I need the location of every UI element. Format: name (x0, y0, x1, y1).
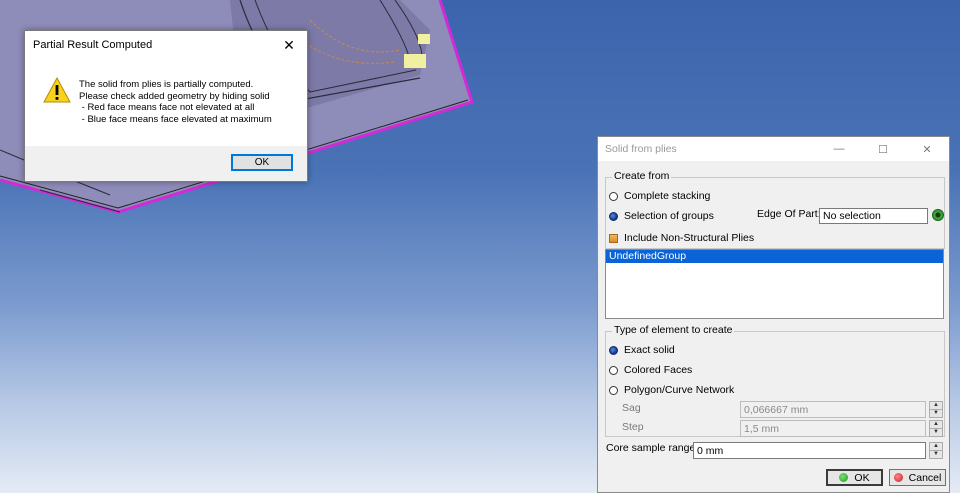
warning-icon (43, 77, 71, 103)
message-box-footer: OK (25, 146, 307, 181)
selection-manager-icon[interactable] (931, 208, 945, 222)
radio-indicator[interactable] (609, 191, 618, 201)
sag-field[interactable]: 0,066667 mm (740, 401, 926, 418)
partial-result-message-box: Partial Result Computed ✕ The solid from… (24, 30, 308, 182)
exact-solid-radio[interactable]: Exact solid (609, 344, 675, 356)
ok-label: OK (854, 471, 870, 484)
ok-button[interactable]: OK (231, 154, 293, 171)
groups-list[interactable]: UndefinedGroup (605, 249, 944, 319)
solid-from-plies-dialog: Solid from plies — ☐ ✕ Create from Compl… (597, 136, 950, 493)
radio-indicator[interactable] (609, 365, 618, 375)
edge-of-part-field[interactable]: No selection (819, 208, 928, 224)
exact-solid-label: Exact solid (624, 344, 675, 356)
sag-label: Sag (622, 402, 641, 414)
message-box-body: The solid from plies is partially comput… (25, 59, 307, 146)
colored-faces-radio[interactable]: Colored Faces (609, 364, 692, 376)
message-text: The solid from plies is partially comput… (79, 79, 272, 125)
dialog-titlebar[interactable]: Solid from plies — ☐ ✕ (598, 137, 949, 161)
sag-spinner[interactable]: ▲ ▼ (929, 401, 943, 418)
radio-indicator-selected[interactable] (609, 345, 618, 355)
minimize-icon[interactable]: — (817, 137, 861, 161)
maximize-icon[interactable]: ☐ (861, 137, 905, 161)
radio-indicator-selected[interactable] (609, 211, 618, 221)
spin-up-icon[interactable]: ▲ (930, 443, 942, 451)
include-non-structural-checkbox[interactable]: Include Non-Structural Plies (609, 232, 754, 244)
ok-button[interactable]: OK (826, 469, 883, 486)
spin-down-icon[interactable]: ▼ (930, 429, 942, 437)
close-icon[interactable]: ✕ (905, 137, 949, 161)
spin-up-icon[interactable]: ▲ (930, 421, 942, 429)
core-sample-label: Core sample range (606, 442, 696, 454)
list-item[interactable]: UndefinedGroup (606, 250, 943, 263)
create-from-label: Create from (612, 170, 672, 182)
edge-of-part-label: Edge Of Part: (757, 208, 821, 220)
close-icon[interactable]: ✕ (279, 35, 299, 55)
complete-stacking-label: Complete stacking (624, 190, 711, 202)
cancel-icon (893, 473, 903, 482)
radio-indicator[interactable] (609, 385, 618, 395)
dialog-title: Solid from plies (605, 143, 677, 155)
step-spinner[interactable]: ▲ ▼ (929, 420, 943, 437)
checkbox-indicator[interactable] (609, 233, 618, 243)
message-box-titlebar[interactable]: Partial Result Computed ✕ (25, 31, 307, 59)
step-label: Step (622, 421, 644, 433)
polygon-network-radio[interactable]: Polygon/Curve Network (609, 384, 734, 396)
message-box-title: Partial Result Computed (33, 39, 153, 51)
selection-of-groups-label: Selection of groups (624, 210, 714, 222)
polygon-network-label: Polygon/Curve Network (624, 384, 735, 396)
include-non-structural-label: Include Non-Structural Plies (624, 232, 755, 244)
ok-icon (839, 473, 849, 482)
selection-of-groups-radio[interactable]: Selection of groups (609, 210, 714, 222)
complete-stacking-radio[interactable]: Complete stacking (609, 190, 710, 202)
cancel-label: Cancel (908, 471, 942, 484)
cancel-button[interactable]: Cancel (889, 469, 946, 486)
step-field[interactable]: 1,5 mm (740, 420, 926, 437)
core-sample-field[interactable]: 0 mm (693, 442, 926, 459)
spin-up-icon[interactable]: ▲ (930, 402, 942, 410)
colored-faces-label: Colored Faces (624, 364, 693, 376)
core-sample-spinner[interactable]: ▲ ▼ (929, 442, 943, 459)
element-type-label: Type of element to create (612, 324, 735, 336)
spin-down-icon[interactable]: ▼ (930, 451, 942, 459)
spin-down-icon[interactable]: ▼ (930, 410, 942, 418)
